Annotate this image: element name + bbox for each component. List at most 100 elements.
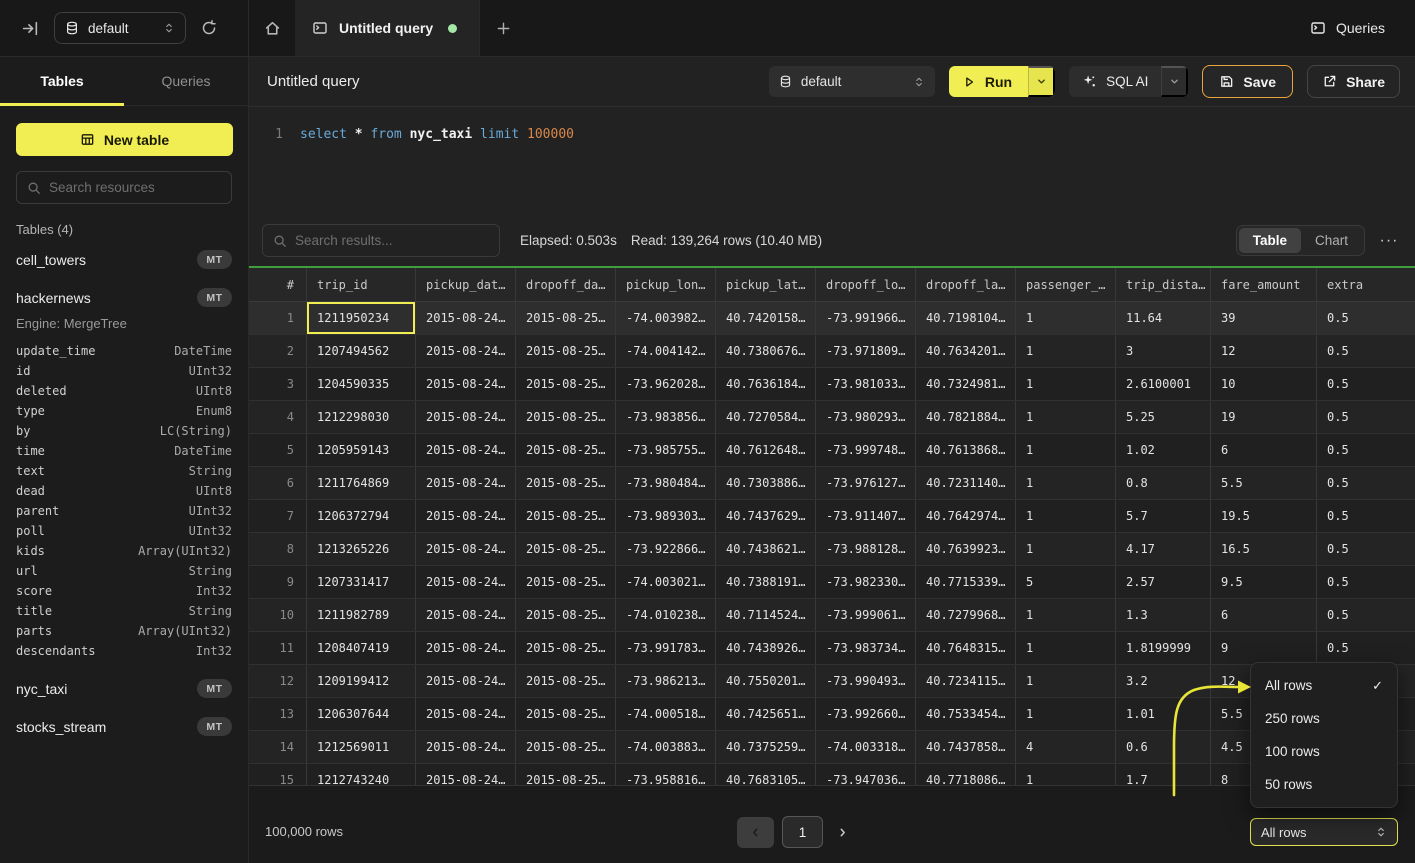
- table-cell[interactable]: 1: [1016, 665, 1116, 697]
- table-cell[interactable]: 0.8: [1116, 467, 1211, 499]
- table-cell[interactable]: 2015-08-25…: [516, 665, 616, 697]
- table-cell[interactable]: 2.57: [1116, 566, 1211, 598]
- table-cell[interactable]: 1206372794: [307, 500, 416, 532]
- queries-button[interactable]: Queries: [1310, 20, 1385, 36]
- table-row[interactable]: 112119502342015-08-24…2015-08-25…-74.003…: [249, 302, 1415, 335]
- page-size-option[interactable]: 50 rows: [1251, 768, 1397, 801]
- table-cell[interactable]: 19.5: [1211, 500, 1317, 532]
- new-table-button[interactable]: New table: [16, 123, 233, 156]
- table-cell[interactable]: 2015-08-25…: [516, 401, 616, 433]
- table-cell[interactable]: -73.980484…: [616, 467, 716, 499]
- table-cell[interactable]: 19: [1211, 401, 1317, 433]
- sidebar-tab-tables[interactable]: Tables: [0, 57, 124, 105]
- table-cell[interactable]: -73.958816…: [616, 764, 716, 785]
- table-cell[interactable]: 5.25: [1116, 401, 1211, 433]
- table-cell[interactable]: 1211764869: [307, 467, 416, 499]
- save-button[interactable]: Save: [1202, 65, 1293, 98]
- page-size-option[interactable]: All rows✓: [1251, 669, 1397, 702]
- table-row[interactable]: 1512127432402015-08-24…2015-08-25…-73.95…: [249, 764, 1415, 785]
- more-options-button[interactable]: ···: [1377, 232, 1401, 250]
- table-cell[interactable]: 0.5: [1317, 302, 1415, 334]
- table-cell[interactable]: -73.922866…: [616, 533, 716, 565]
- sidebar-search-input[interactable]: [49, 180, 221, 195]
- table-cell[interactable]: 1: [1016, 500, 1116, 532]
- column-header[interactable]: trip_id: [307, 268, 416, 301]
- tab-untitled-query[interactable]: Untitled query: [295, 0, 480, 56]
- current-page-indicator[interactable]: 1: [782, 816, 823, 848]
- table-row[interactable]: 1112084074192015-08-24…2015-08-25…-73.99…: [249, 632, 1415, 665]
- column-header[interactable]: trip_dista…: [1116, 268, 1211, 301]
- table-cell[interactable]: 1204590335: [307, 368, 416, 400]
- table-cell[interactable]: 1.8199999: [1116, 632, 1211, 664]
- table-row[interactable]: 212074945622015-08-24…2015-08-25…-74.004…: [249, 335, 1415, 368]
- table-cell[interactable]: 2015-08-25…: [516, 434, 616, 466]
- table-cell[interactable]: 40.7437858…: [916, 731, 1016, 763]
- table-row[interactable]: 712063727942015-08-24…2015-08-25…-73.989…: [249, 500, 1415, 533]
- column-header[interactable]: pickup_lon…: [616, 268, 716, 301]
- table-cell[interactable]: 1: [1016, 533, 1116, 565]
- table-cell[interactable]: -74.000518…: [616, 698, 716, 730]
- table-cell[interactable]: 40.7270584…: [716, 401, 816, 433]
- table-cell[interactable]: 2015-08-24…: [416, 467, 516, 499]
- table-cell[interactable]: 2015-08-24…: [416, 434, 516, 466]
- table-cell[interactable]: 40.7234115…: [916, 665, 1016, 697]
- results-search[interactable]: [262, 224, 500, 257]
- table-cell[interactable]: 0.6: [1116, 731, 1211, 763]
- collapse-sidebar-button[interactable]: [22, 20, 39, 37]
- table-cell[interactable]: -73.982330…: [816, 566, 916, 598]
- table-cell[interactable]: 1207494562: [307, 335, 416, 367]
- table-cell[interactable]: 9.5: [1211, 566, 1317, 598]
- table-cell[interactable]: 40.7550201…: [716, 665, 816, 697]
- sql-ai-button[interactable]: SQL AI: [1069, 66, 1161, 97]
- table-cell[interactable]: 40.7279968…: [916, 599, 1016, 631]
- table-cell[interactable]: 0.5: [1317, 500, 1415, 532]
- table-cell[interactable]: 1209199412: [307, 665, 416, 697]
- table-cell[interactable]: 2015-08-25…: [516, 302, 616, 334]
- table-cell[interactable]: 1: [1016, 368, 1116, 400]
- table-cell[interactable]: 1: [1016, 698, 1116, 730]
- table-cell[interactable]: 1.02: [1116, 434, 1211, 466]
- column-header[interactable]: dropoff_da…: [516, 268, 616, 301]
- table-cell[interactable]: 1: [1016, 302, 1116, 334]
- table-cell[interactable]: -73.991783…: [616, 632, 716, 664]
- table-row[interactable]: 412122980302015-08-24…2015-08-25…-73.983…: [249, 401, 1415, 434]
- table-cell[interactable]: 40.7375259…: [716, 731, 816, 763]
- table-cell[interactable]: 2015-08-24…: [416, 368, 516, 400]
- database-selector[interactable]: default: [54, 12, 186, 44]
- page-size-select[interactable]: All rows: [1250, 818, 1398, 846]
- table-cell[interactable]: 1212569011: [307, 731, 416, 763]
- table-cell[interactable]: -74.003982…: [616, 302, 716, 334]
- results-search-input[interactable]: [295, 233, 489, 248]
- column-header[interactable]: dropoff_la…: [916, 268, 1016, 301]
- table-row[interactable]: 1012119827892015-08-24…2015-08-25…-74.01…: [249, 599, 1415, 632]
- table-cell[interactable]: 2015-08-25…: [516, 368, 616, 400]
- table-cell[interactable]: 0.5: [1317, 401, 1415, 433]
- table-cell[interactable]: 4: [1016, 731, 1116, 763]
- sql-editor[interactable]: 1 select * from nyc_taxi limit 100000: [249, 107, 1415, 215]
- table-cell[interactable]: 0.5: [1317, 632, 1415, 664]
- table-cell[interactable]: -73.990493…: [816, 665, 916, 697]
- query-database-selector[interactable]: default: [769, 66, 935, 97]
- next-page-button[interactable]: [831, 817, 853, 848]
- table-cell[interactable]: 1: [1016, 632, 1116, 664]
- table-cell[interactable]: 40.7613868…: [916, 434, 1016, 466]
- share-button[interactable]: Share: [1307, 65, 1400, 98]
- table-cell[interactable]: 16.5: [1211, 533, 1317, 565]
- table-cell[interactable]: 9: [1211, 632, 1317, 664]
- table-cell[interactable]: 2015-08-24…: [416, 764, 516, 785]
- table-cell[interactable]: 40.7231140…: [916, 467, 1016, 499]
- table-cell[interactable]: 5.5: [1211, 467, 1317, 499]
- table-cell[interactable]: 2015-08-25…: [516, 533, 616, 565]
- table-cell[interactable]: -74.010238…: [616, 599, 716, 631]
- table-row[interactable]: 812132652262015-08-24…2015-08-25…-73.922…: [249, 533, 1415, 566]
- refresh-button[interactable]: [201, 20, 217, 36]
- table-cell[interactable]: -73.983856…: [616, 401, 716, 433]
- table-cell[interactable]: 5: [1016, 566, 1116, 598]
- table-cell[interactable]: 2015-08-24…: [416, 566, 516, 598]
- previous-page-button[interactable]: [737, 817, 774, 848]
- table-cell[interactable]: 1.3: [1116, 599, 1211, 631]
- table-cell[interactable]: 11.64: [1116, 302, 1211, 334]
- page-size-option[interactable]: 100 rows: [1251, 735, 1397, 768]
- table-cell[interactable]: 40.7612648…: [716, 434, 816, 466]
- table-row[interactable]: 912073314172015-08-24…2015-08-25…-74.003…: [249, 566, 1415, 599]
